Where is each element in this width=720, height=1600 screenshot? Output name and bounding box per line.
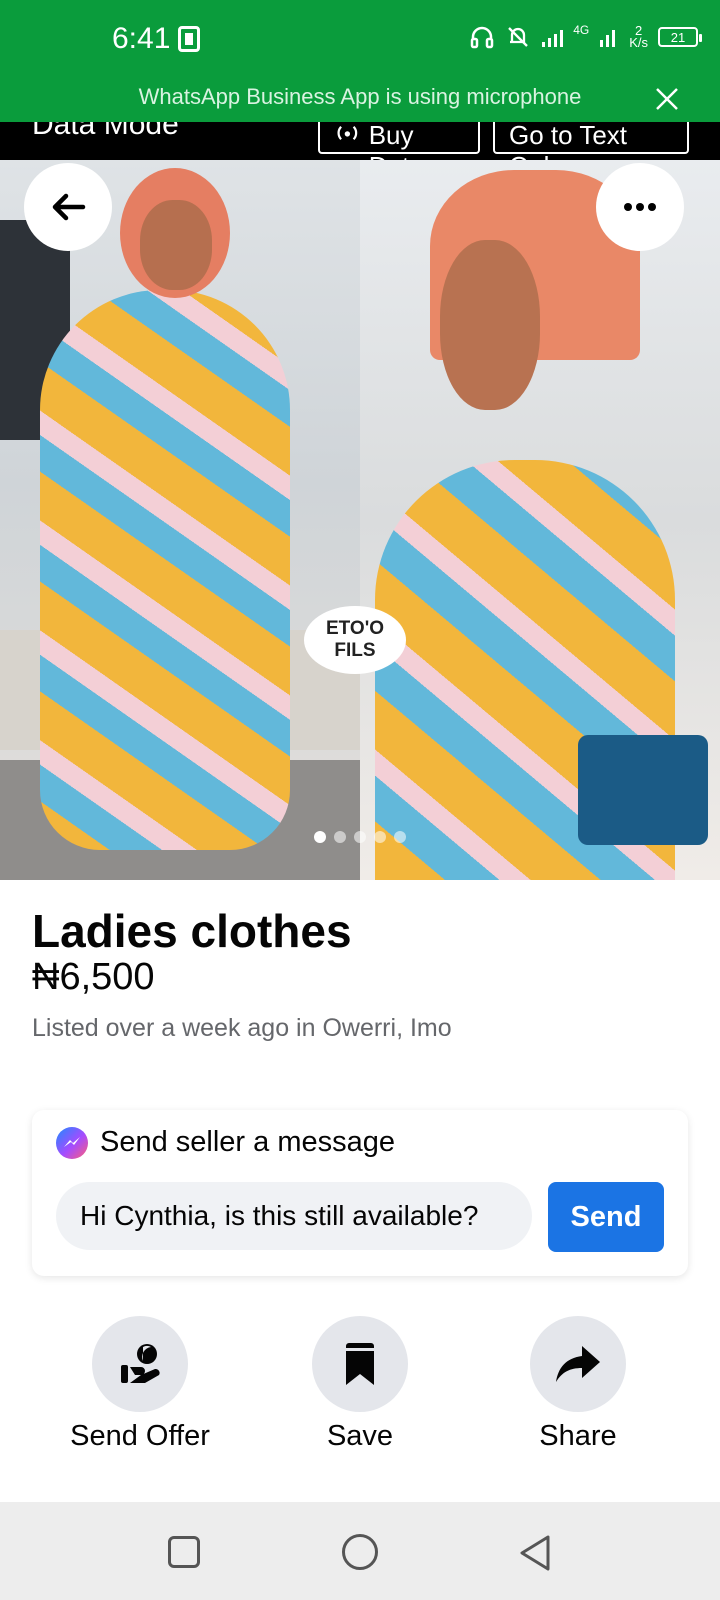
- photo-face-left: [140, 200, 212, 290]
- text-only-button[interactable]: Go to Text Only: [493, 122, 689, 160]
- save-button[interactable]: Save: [260, 1316, 460, 1453]
- photo-face-right: [440, 240, 540, 410]
- signal-icon: [542, 30, 564, 47]
- pagination-dot: [394, 831, 406, 843]
- send-offer-button[interactable]: Send Offer: [40, 1316, 240, 1453]
- share-button[interactable]: Share: [478, 1316, 678, 1453]
- sim-icon: [178, 26, 201, 52]
- share-icon: [556, 1346, 600, 1382]
- signal-icon-2: [600, 30, 616, 47]
- watermark-line-1: ETO'O: [325, 618, 384, 639]
- headphones-icon: [470, 26, 494, 49]
- send-offer-circle: [92, 1316, 188, 1412]
- battery-icon: 21: [658, 27, 702, 47]
- bookmark-icon: [346, 1343, 374, 1385]
- status-time: 6:41: [112, 22, 171, 55]
- screen: 6:41 4G 2 K/s 21 WhatsApp Business App i…: [0, 0, 720, 1600]
- recents-button[interactable]: [168, 1536, 200, 1568]
- listing-price: ₦6,500: [32, 956, 155, 998]
- buy-data-label: Buy Data: [368, 122, 424, 160]
- photo-watermark: ETO'O FILS: [304, 606, 406, 674]
- buy-data-button[interactable]: Buy Data: [318, 122, 480, 160]
- offer-icon: [121, 1344, 160, 1383]
- net-speed-unit: K/s: [629, 35, 648, 50]
- data-mode-bar: Data Mode Buy Data Go to Text Only: [0, 122, 720, 160]
- home-button[interactable]: [342, 1534, 378, 1570]
- pagination-dot: [374, 831, 386, 843]
- listing-meta: Listed over a week ago in Owerri, Imo: [32, 1014, 452, 1042]
- arrow-left-icon: [52, 193, 86, 221]
- share-label: Share: [539, 1420, 617, 1452]
- pagination-dot: [334, 831, 346, 843]
- send-button[interactable]: Send: [548, 1182, 664, 1252]
- messenger-icon: [56, 1126, 88, 1159]
- pagination-dot: [314, 831, 326, 843]
- more-icon: [624, 203, 656, 211]
- status-bar: 6:41 4G 2 K/s 21 WhatsApp Business App i…: [0, 0, 720, 122]
- microphone-notice[interactable]: WhatsApp Business App is using microphon…: [0, 84, 720, 110]
- save-label: Save: [326, 1420, 394, 1452]
- back-triangle-icon[interactable]: [518, 1534, 552, 1572]
- share-circle: [530, 1316, 626, 1412]
- status-time-group: 6:41: [112, 22, 201, 56]
- action-bar: Send Offer Save Share: [0, 1316, 720, 1466]
- watermark-line-2: FILS: [334, 640, 376, 661]
- text-only-label: Go to Text Only: [509, 122, 628, 160]
- photo-pagination: [314, 831, 406, 843]
- broadcast-icon: [337, 125, 358, 141]
- battery-level: 21: [670, 29, 686, 45]
- status-icons: 4G 2 K/s 21: [469, 23, 702, 50]
- listing-title: Ladies clothes: [32, 905, 352, 957]
- network-type: 4G: [573, 23, 590, 37]
- system-nav-bar: [0, 1502, 720, 1600]
- message-seller-card: Send seller a message Send: [32, 1110, 688, 1276]
- close-icon[interactable]: [654, 86, 680, 112]
- message-heading: Send seller a message: [56, 1126, 395, 1159]
- net-speed: 2 K/s: [629, 24, 648, 50]
- save-circle: [312, 1316, 408, 1412]
- photo-dress-left: [40, 290, 290, 850]
- mute-icon: [508, 27, 529, 47]
- pagination-dot: [354, 831, 366, 843]
- message-heading-label: Send seller a message: [100, 1126, 395, 1158]
- back-button[interactable]: [24, 163, 112, 251]
- send-offer-label: Send Offer: [70, 1420, 210, 1452]
- data-mode-title: Data Mode: [32, 122, 179, 141]
- photo-handbag: [578, 735, 708, 845]
- more-options-button[interactable]: [596, 163, 684, 251]
- message-input[interactable]: [56, 1182, 532, 1250]
- product-photo[interactable]: ETO'O FILS: [0, 160, 720, 880]
